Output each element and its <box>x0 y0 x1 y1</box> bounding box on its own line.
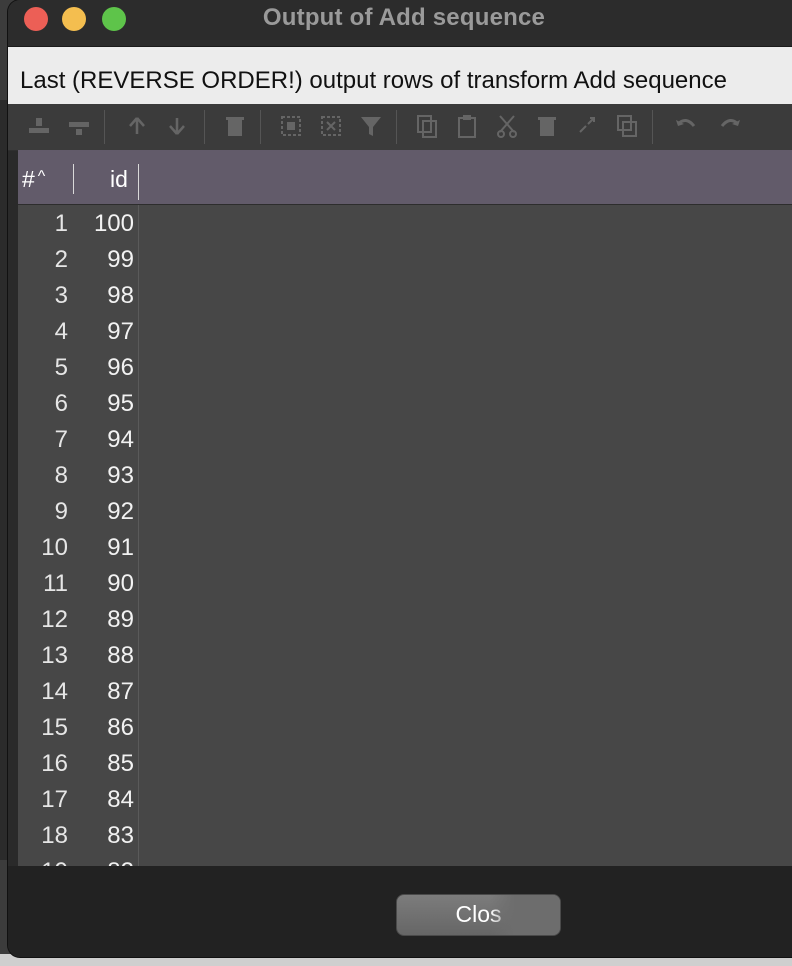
redo-icon[interactable] <box>718 112 744 140</box>
toolbar-separator <box>204 110 205 144</box>
row-number-cell: 11 <box>43 570 68 597</box>
table-row[interactable]: 12 89 <box>18 601 792 637</box>
table-row[interactable]: 13 88 <box>18 637 792 673</box>
dialog-footer: Clos <box>8 866 792 957</box>
move-up-icon[interactable] <box>124 112 150 140</box>
id-cell[interactable]: 97 <box>74 318 134 346</box>
table-row[interactable]: 1982 <box>18 853 792 866</box>
table-row[interactable]: 8 93 <box>18 457 792 493</box>
copy-icon[interactable] <box>414 112 440 140</box>
row-number-cell: 16 <box>41 750 68 777</box>
id-cell[interactable]: 88 <box>74 642 134 670</box>
row-number-cell: 12 <box>41 606 68 633</box>
table-header: # ^ id <box>18 150 792 205</box>
select-all-icon[interactable] <box>278 112 304 140</box>
row-number-cell: 19 <box>18 858 68 866</box>
column-header-row-number[interactable]: # ^ <box>22 166 45 193</box>
row-number-cell: 18 <box>41 822 68 849</box>
table-row[interactable]: 17 84 <box>18 781 792 817</box>
filter-icon[interactable] <box>358 112 384 140</box>
table-body: 1 100 2 99 3 98 4 97 5 96 6 95 7 94 8 93 9 92 10 91 11 90 12 89… <box>18 205 792 866</box>
move-down-icon[interactable] <box>164 112 190 140</box>
duplicate-icon[interactable] <box>614 112 640 140</box>
table-row[interactable]: 9 92 <box>18 493 792 529</box>
background-window-edge <box>0 100 8 860</box>
subtitle-bar: Last (REVERSE ORDER!) output rows of tra… <box>8 47 792 105</box>
id-cell[interactable]: 82 <box>74 858 134 866</box>
column-header-id[interactable]: id <box>110 166 128 193</box>
results-table[interactable]: # ^ id 1 100 2 99 3 98 4 97 5 96 6 95 7 94 8 93 9 92 10 91 11… <box>18 150 792 866</box>
title-bar: Output of Add sequence <box>8 0 792 47</box>
table-row[interactable]: 15 86 <box>18 709 792 745</box>
table-row[interactable]: 10 91 <box>18 529 792 565</box>
toolbar-separator <box>396 110 397 144</box>
id-cell[interactable]: 100 <box>74 210 134 238</box>
toolbar-separator <box>260 110 261 144</box>
id-cell[interactable]: 86 <box>74 714 134 742</box>
table-row[interactable]: 6 95 <box>18 385 792 421</box>
row-number-cell: 7 <box>54 426 68 453</box>
id-cell[interactable]: 85 <box>74 750 134 778</box>
row-number-cell: 1 <box>54 210 68 237</box>
row-number-cell: 15 <box>41 714 68 741</box>
row-number-cell: 10 <box>41 534 68 561</box>
table-row[interactable]: 18 83 <box>18 817 792 853</box>
undo-icon[interactable] <box>672 112 698 140</box>
delete-icon[interactable] <box>534 112 560 140</box>
id-cell[interactable]: 90 <box>74 570 134 598</box>
id-cell[interactable]: 95 <box>74 390 134 418</box>
row-number-cell: 5 <box>54 354 68 381</box>
row-number-cell: 2 <box>54 246 68 273</box>
row-number-cell: 17 <box>41 786 68 813</box>
cut-icon[interactable] <box>494 112 520 140</box>
table-row[interactable]: 11 90 <box>18 565 792 601</box>
column-divider[interactable] <box>138 164 139 200</box>
window-title: Output of Add sequence <box>262 4 546 31</box>
output-dialog: Output of Add sequence Last (REVERSE ORD… <box>8 0 792 957</box>
id-cell[interactable]: 99 <box>74 246 134 274</box>
row-number-cell: 9 <box>54 498 68 525</box>
row-number-cell: 8 <box>54 462 68 489</box>
id-cell[interactable]: 96 <box>74 354 134 382</box>
toolbar <box>8 104 792 151</box>
id-cell[interactable]: 84 <box>74 786 134 814</box>
row-number-cell: 13 <box>41 642 68 669</box>
column-divider[interactable] <box>73 164 74 194</box>
add-row-icon[interactable] <box>26 112 52 140</box>
row-number-cell: 14 <box>41 678 68 705</box>
toolbar-separator <box>104 110 105 144</box>
table-row[interactable]: 3 98 <box>18 277 792 313</box>
trash-icon[interactable] <box>222 112 248 140</box>
id-cell[interactable]: 89 <box>74 606 134 634</box>
id-cell[interactable]: 98 <box>74 282 134 310</box>
toolbar-separator <box>652 110 653 144</box>
id-cell[interactable]: 83 <box>74 822 134 850</box>
table-row[interactable]: 4 97 <box>18 313 792 349</box>
table-row[interactable]: 2 99 <box>18 241 792 277</box>
id-cell[interactable]: 94 <box>74 426 134 454</box>
table-row[interactable]: 7 94 <box>18 421 792 457</box>
table-row[interactable]: 1 100 <box>18 205 792 241</box>
id-cell[interactable]: 92 <box>74 498 134 526</box>
dialog-subtitle: Last (REVERSE ORDER!) output rows of tra… <box>20 67 727 94</box>
close-button[interactable]: Clos <box>396 894 561 936</box>
row-number-cell: 6 <box>54 390 68 417</box>
button-overlay <box>490 895 560 935</box>
clear-selection-icon[interactable] <box>318 112 344 140</box>
paste-icon[interactable] <box>454 112 480 140</box>
delete-row-icon[interactable] <box>66 112 92 140</box>
id-cell[interactable]: 93 <box>74 462 134 490</box>
row-number-cell: 3 <box>54 282 68 309</box>
table-row[interactable]: 14 87 <box>18 673 792 709</box>
id-cell[interactable]: 87 <box>74 678 134 706</box>
sort-ascending-icon: ^ <box>37 168 46 185</box>
expand-icon[interactable] <box>574 112 600 140</box>
id-cell[interactable]: 91 <box>74 534 134 562</box>
row-number-cell: 4 <box>54 318 68 345</box>
table-row[interactable]: 5 96 <box>18 349 792 385</box>
table-row[interactable]: 16 85 <box>18 745 792 781</box>
